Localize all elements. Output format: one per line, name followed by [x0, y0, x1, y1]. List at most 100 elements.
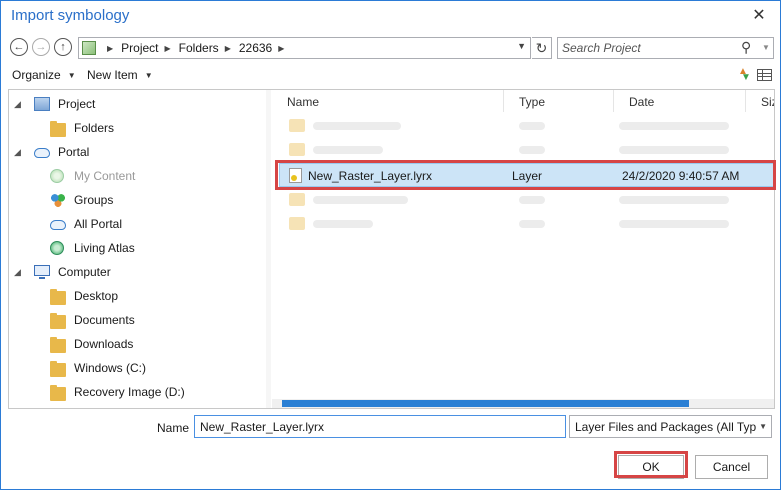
blurred-text: [619, 196, 729, 204]
tree-item-label: Windows (C:): [74, 361, 147, 375]
breadcrumb: ▶ Project ▶ Folders ▶ 22636 ▶: [101, 38, 292, 58]
tree-item-project[interactable]: ◢ Project: [9, 92, 265, 116]
list-item[interactable]: [279, 212, 774, 236]
cancel-button[interactable]: Cancel: [695, 455, 768, 479]
breadcrumb-item-22636[interactable]: 22636: [239, 41, 272, 55]
tree-item-label: Downloads: [74, 337, 134, 351]
horizontal-scrollbar[interactable]: [272, 399, 774, 408]
tree-item-label: Computer: [58, 265, 111, 279]
organize-label: Organize: [12, 68, 61, 82]
breadcrumb-separator-icon[interactable]: ▶: [165, 44, 171, 53]
navigation-tree: ◢ Project Folders ◢ Portal My Content Gr…: [9, 90, 265, 408]
tree-item-groups[interactable]: Groups: [9, 188, 265, 212]
tree-item-windows-c[interactable]: Windows (C:): [9, 356, 265, 380]
file-row-selected[interactable]: New_Raster_Layer.lyrx Layer 24/2/2020 9:…: [279, 163, 774, 187]
blurred-text: [313, 146, 383, 154]
blurred-text: [619, 146, 729, 154]
folder-icon: [289, 193, 305, 206]
tree-item-all-portal[interactable]: All Portal: [9, 212, 265, 236]
ok-button[interactable]: OK: [618, 455, 684, 479]
list-item[interactable]: [279, 114, 774, 138]
location-icon: [82, 41, 96, 55]
tree-item-recovery-d[interactable]: Recovery Image (D:): [9, 380, 265, 404]
dialog-title: Import symbology: [11, 7, 130, 24]
organize-menu[interactable]: Organize ▼: [12, 68, 76, 82]
blurred-text: [619, 220, 729, 228]
browser-panel: ◢ Project Folders ◢ Portal My Content Gr…: [8, 89, 775, 409]
address-dropdown-icon[interactable]: ▼: [517, 41, 526, 51]
chevron-down-icon: ▼: [67, 70, 76, 80]
tree-item-documents[interactable]: Documents: [9, 308, 265, 332]
file-type-value: Layer Files and Packages (All Types): [575, 420, 756, 434]
folder-icon: [50, 313, 66, 329]
expand-arrow-icon[interactable]: ◢: [14, 99, 21, 110]
blurred-text: [619, 122, 729, 130]
search-box: ⚲ ▼: [557, 37, 774, 59]
tree-item-label: Recovery Image (D:): [74, 385, 185, 399]
toolbar: Organize ▼ New Item ▼ ▲ ▼: [1, 65, 780, 87]
address-bar[interactable]: ▶ Project ▶ Folders ▶ 22636 ▶ ▼: [78, 37, 531, 59]
breadcrumb-separator-icon[interactable]: ▶: [225, 44, 231, 53]
cloud-icon: [34, 148, 50, 158]
tree-item-label: My Content: [74, 169, 136, 183]
navigation-bar: ← → ↑ ▶ Project ▶ Folders ▶ 22636 ▶ ▼ ↻ …: [1, 36, 780, 60]
breadcrumb-item-project[interactable]: Project: [121, 41, 158, 55]
cloud-icon: [50, 220, 66, 230]
import-symbology-dialog: Import symbology ✕ ← → ↑ ▶ Project ▶ Fol…: [0, 0, 781, 490]
back-arrow-icon[interactable]: ←: [10, 38, 28, 56]
search-options-dropdown-icon[interactable]: ▼: [762, 43, 770, 52]
column-header-type[interactable]: Type: [504, 90, 614, 112]
blurred-text: [313, 220, 373, 228]
tree-scrollbar[interactable]: [266, 90, 271, 408]
scrollbar-thumb[interactable]: [282, 400, 689, 407]
title-bar: Import symbology ✕: [1, 1, 780, 32]
sort-icon[interactable]: ▲ ▼: [738, 67, 751, 83]
tree-item-label: Project: [58, 97, 96, 111]
groups-icon: [50, 193, 66, 207]
drive-icon: [50, 361, 66, 377]
new-item-label: New Item: [87, 68, 138, 82]
sort-down-arrow-icon: ▼: [741, 72, 751, 83]
search-icon[interactable]: ⚲: [741, 39, 751, 56]
close-icon[interactable]: ✕: [748, 5, 770, 27]
list-item[interactable]: [279, 188, 774, 212]
project-icon: [34, 97, 50, 111]
chevron-down-icon: ▼: [144, 70, 153, 80]
blurred-text: [519, 196, 545, 204]
living-atlas-icon: [50, 241, 64, 255]
tree-item-computer[interactable]: ◢ Computer: [9, 260, 265, 284]
file-type-select[interactable]: Layer Files and Packages (All Types) ▼: [569, 415, 772, 438]
tree-item-folders[interactable]: Folders: [9, 116, 265, 140]
view-options-icon[interactable]: [757, 69, 772, 81]
folder-icon: [50, 337, 66, 353]
folder-icon: [289, 217, 305, 230]
column-header-name[interactable]: Name: [272, 90, 504, 112]
refresh-icon[interactable]: ↻: [532, 37, 552, 59]
folder-icon: [50, 289, 66, 305]
tree-item-label: Groups: [74, 193, 114, 207]
file-name-input[interactable]: [194, 415, 566, 438]
blurred-text: [519, 146, 545, 154]
breadcrumb-separator-icon[interactable]: ▶: [278, 44, 284, 53]
new-item-menu[interactable]: New Item ▼: [87, 68, 153, 82]
tree-item-desktop[interactable]: Desktop: [9, 284, 265, 308]
expand-arrow-icon[interactable]: ◢: [14, 147, 21, 158]
layer-file-icon: [289, 168, 302, 183]
tree-item-living-atlas[interactable]: Living Atlas: [9, 236, 265, 260]
up-arrow-icon[interactable]: ↑: [54, 38, 72, 56]
column-header-date[interactable]: Date: [614, 90, 746, 112]
list-item[interactable]: [279, 138, 774, 162]
search-input[interactable]: [562, 40, 737, 56]
expand-arrow-icon[interactable]: ◢: [14, 267, 21, 278]
computer-icon: [34, 265, 50, 279]
tree-item-downloads[interactable]: Downloads: [9, 332, 265, 356]
forward-arrow-icon[interactable]: →: [32, 38, 50, 56]
tree-item-portal[interactable]: ◢ Portal: [9, 140, 265, 164]
breadcrumb-item-folders[interactable]: Folders: [179, 41, 219, 55]
tree-item-my-content[interactable]: My Content: [9, 164, 265, 188]
name-label: Name: [157, 421, 190, 435]
tree-item-label: All Portal: [74, 217, 123, 231]
column-header-size[interactable]: Size: [746, 90, 774, 112]
tree-item-label: Portal: [58, 145, 90, 159]
tree-item-label: Documents: [74, 313, 135, 327]
